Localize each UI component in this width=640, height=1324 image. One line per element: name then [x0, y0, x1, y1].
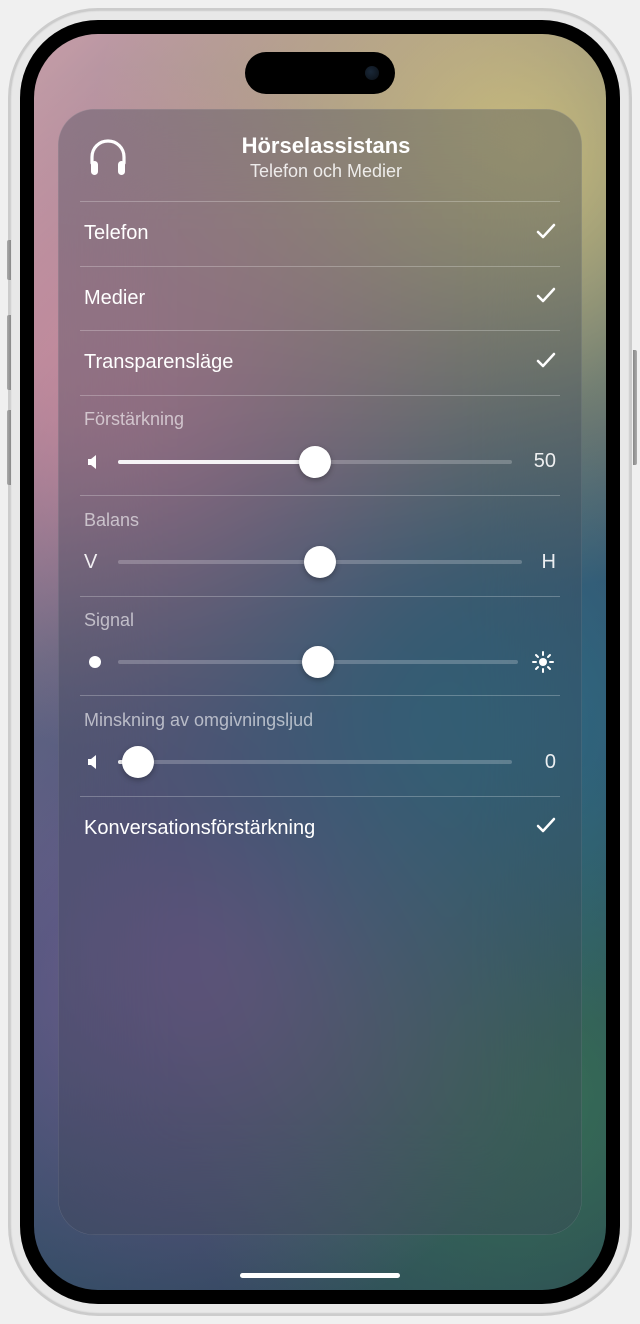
balance-label: Balans [82, 496, 558, 531]
balance-left-label: V [84, 551, 106, 574]
checkmark-icon [536, 222, 556, 246]
amplification-label: Förstärkning [82, 395, 558, 430]
speaker-icon [84, 751, 106, 773]
ambient-noise-label: Minskning av omgivningsljud [82, 696, 558, 731]
option-label: Konversationsförstärkning [84, 817, 315, 840]
slider-knob[interactable] [122, 746, 154, 778]
checkmark-icon [536, 286, 556, 310]
option-label: Medier [84, 287, 145, 310]
option-media[interactable]: Medier [82, 266, 558, 330]
side-button-action [7, 240, 11, 280]
ambient-noise-value: 0 [524, 751, 556, 774]
bright-tone-icon [530, 651, 556, 673]
phone-device-frame: Hörselassistans Telefon och Medier Telef… [10, 10, 630, 1314]
slider-knob[interactable] [302, 646, 334, 678]
dark-tone-icon [84, 651, 106, 673]
option-transparency[interactable]: Transparensläge [82, 331, 558, 395]
panel-title: Hörselassistans [146, 133, 506, 159]
balance-slider[interactable]: V H [82, 531, 558, 596]
option-label: Transparensläge [84, 351, 233, 374]
side-button-power [633, 350, 637, 465]
option-conversation-boost[interactable]: Konversationsförstärkning [82, 796, 558, 860]
panel-subtitle: Telefon och Medier [146, 161, 506, 182]
slider-knob[interactable] [304, 546, 336, 578]
hearing-assistance-panel: Hörselassistans Telefon och Medier Telef… [58, 109, 582, 1235]
tone-slider[interactable] [82, 631, 558, 695]
side-button-volume-down [7, 410, 11, 485]
panel-header: Hörselassistans Telefon och Medier [82, 131, 558, 201]
speaker-icon [84, 451, 106, 473]
option-label: Telefon [84, 222, 149, 245]
tone-label: Signal [82, 596, 558, 631]
dynamic-island [245, 52, 395, 94]
amplification-value: 50 [524, 450, 556, 473]
slider-knob[interactable] [299, 446, 331, 478]
checkmark-icon [536, 351, 556, 375]
side-button-volume-up [7, 315, 11, 390]
amplification-slider[interactable]: 50 [82, 430, 558, 495]
home-indicator[interactable] [240, 1273, 400, 1278]
ambient-noise-slider[interactable]: 0 [82, 731, 558, 796]
option-phone[interactable]: Telefon [82, 202, 558, 266]
headphones-icon [82, 131, 134, 183]
balance-right-label: H [534, 551, 556, 574]
checkmark-icon [536, 816, 556, 840]
